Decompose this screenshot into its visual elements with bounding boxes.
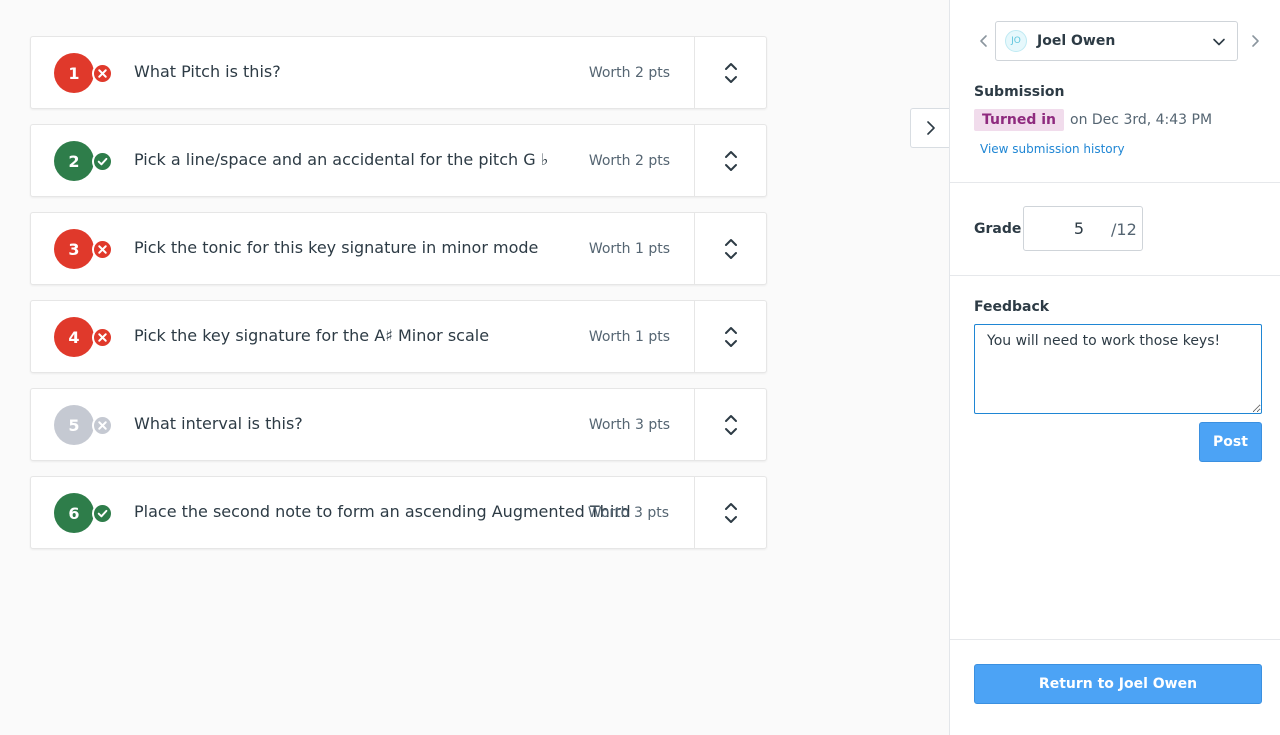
expand-icon	[724, 150, 737, 171]
expand-icon	[724, 502, 737, 523]
expand-button[interactable]	[695, 37, 766, 108]
chevron-right-icon	[926, 121, 935, 135]
grade-label: Grade	[974, 221, 1022, 237]
question-number: 1	[54, 53, 94, 93]
submission-title: Submission	[974, 84, 1065, 100]
question-text: Place the second note to form an ascendi…	[134, 502, 631, 521]
return-button[interactable]: Return to Joel Owen	[974, 664, 1262, 704]
submission-history-link[interactable]: View submission history	[980, 142, 1125, 156]
ungraded-icon	[92, 415, 113, 436]
status-badge: Turned in	[974, 109, 1065, 131]
correct-icon	[92, 151, 113, 172]
divider	[950, 639, 1280, 640]
collapse-panel-button[interactable]	[910, 108, 950, 148]
question-number: 2	[54, 141, 94, 181]
grade-field: /12	[1023, 206, 1143, 251]
question-text: Pick a line/space and an accidental for …	[134, 150, 549, 169]
expand-button[interactable]	[695, 389, 766, 460]
student-navigator: JO Joel Owen	[950, 21, 1280, 61]
question-text: What interval is this?	[134, 414, 303, 433]
question-text: Pick the tonic for this key signature in…	[134, 238, 539, 257]
question-worth: Worth 2 pts	[588, 65, 670, 81]
expand-button[interactable]	[695, 301, 766, 372]
question-text: What Pitch is this?	[134, 62, 281, 81]
divider	[950, 275, 1280, 276]
post-button[interactable]: Post	[1199, 422, 1262, 462]
question-card: 6 Place the second note to form an ascen…	[30, 476, 767, 549]
grade-input[interactable]	[1024, 207, 1104, 250]
question-number: 3	[54, 229, 94, 269]
question-card: 5 What interval is this? Worth 3 pts	[30, 388, 767, 461]
question-worth: Worth 1 pts	[588, 329, 670, 345]
question-worth: Worth 3 pts	[588, 417, 670, 433]
expand-button[interactable]	[695, 125, 766, 196]
incorrect-icon	[92, 239, 113, 260]
question-card: 3 Pick the tonic for this key signature …	[30, 212, 767, 285]
question-list: 1 What Pitch is this? Worth 2 pts 2 Pick…	[30, 36, 767, 564]
next-student-icon[interactable]	[1247, 33, 1263, 49]
question-number: 6	[54, 493, 94, 533]
question-worth: Worth 1 pts	[588, 241, 670, 257]
question-card: 2 Pick a line/space and an accidental fo…	[30, 124, 767, 197]
expand-button[interactable]	[695, 477, 766, 548]
correct-icon	[92, 503, 113, 524]
expand-icon	[724, 62, 737, 83]
expand-icon	[724, 414, 737, 435]
student-name: Joel Owen	[1037, 33, 1116, 49]
question-number: 5	[54, 405, 94, 445]
incorrect-icon	[92, 327, 113, 348]
question-text: Pick the key signature for the A♯ Minor …	[134, 326, 490, 345]
chevron-down-icon	[1213, 38, 1225, 46]
question-worth: Worth 3 pts	[587, 505, 669, 521]
expand-icon	[724, 238, 737, 259]
divider	[950, 182, 1280, 183]
question-worth: Worth 2 pts	[588, 153, 670, 169]
student-select[interactable]: JO Joel Owen	[995, 21, 1238, 61]
previous-student-icon[interactable]	[976, 33, 992, 49]
feedback-label: Feedback	[974, 299, 1050, 315]
incorrect-icon	[92, 63, 113, 84]
expand-button[interactable]	[695, 213, 766, 284]
question-number: 4	[54, 317, 94, 357]
question-card: 1 What Pitch is this? Worth 2 pts	[30, 36, 767, 109]
grading-panel: JO Joel Owen Submission Turned in on Dec…	[949, 0, 1280, 735]
submission-status-row: Turned in on Dec 3rd, 4:43 PM	[974, 109, 1212, 131]
question-card: 4 Pick the key signature for the A♯ Mino…	[30, 300, 767, 373]
feedback-textarea[interactable]: You will need to work those keys!	[974, 324, 1262, 414]
submission-date: on Dec 3rd, 4:43 PM	[1070, 112, 1213, 128]
avatar: JO	[1005, 30, 1027, 52]
grade-max: /12	[1111, 220, 1137, 239]
expand-icon	[724, 326, 737, 347]
